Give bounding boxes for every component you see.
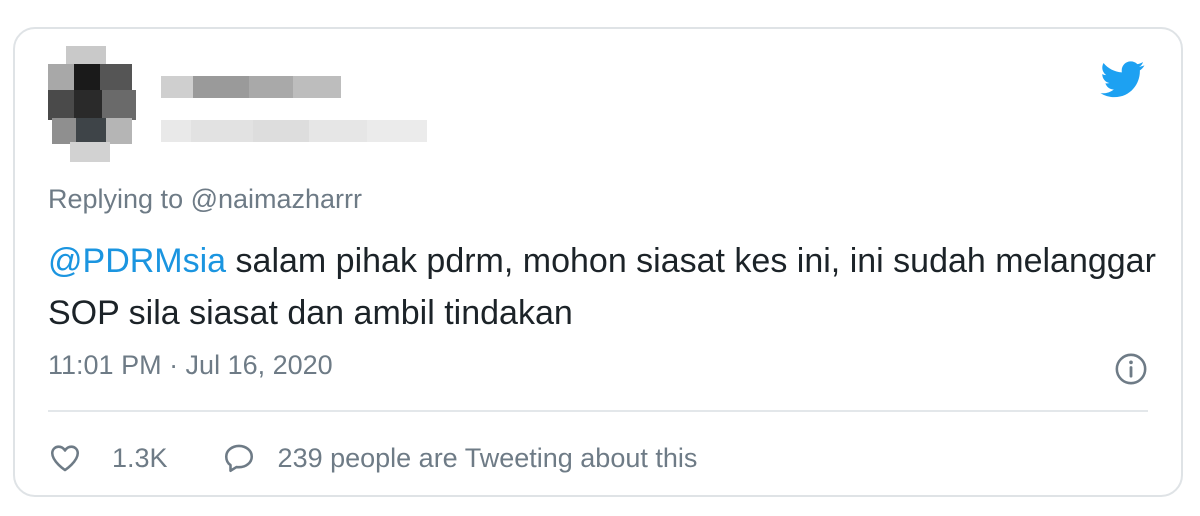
mention-link[interactable]: @PDRMsia	[48, 242, 226, 280]
tweet-text: @PDRMsia salam pihak pdrm, mohon siasat …	[48, 235, 1158, 339]
speech-bubble-icon[interactable]	[222, 441, 256, 475]
tweeting-about-link[interactable]: 239 people are Tweeting about this	[278, 443, 698, 474]
tweet-timestamp[interactable]: 11:01 PM · Jul 16, 2020	[48, 350, 333, 381]
replying-to-label: Replying to @naimazharrr	[48, 184, 363, 214]
twitter-bird-icon[interactable]	[1098, 57, 1148, 101]
like-count[interactable]: 1.3K	[112, 443, 168, 474]
tweet-actions: 1.3K 239 people are Tweeting about this	[48, 438, 697, 478]
divider	[48, 410, 1148, 412]
handle-redacted[interactable]	[161, 120, 427, 142]
info-icon[interactable]	[1114, 352, 1148, 386]
heart-icon[interactable]	[48, 441, 82, 475]
tweet-card[interactable]: Replying to @naimazharrr @PDRMsia salam …	[13, 27, 1183, 497]
avatar[interactable]	[48, 46, 140, 162]
display-name-redacted[interactable]	[161, 76, 341, 98]
